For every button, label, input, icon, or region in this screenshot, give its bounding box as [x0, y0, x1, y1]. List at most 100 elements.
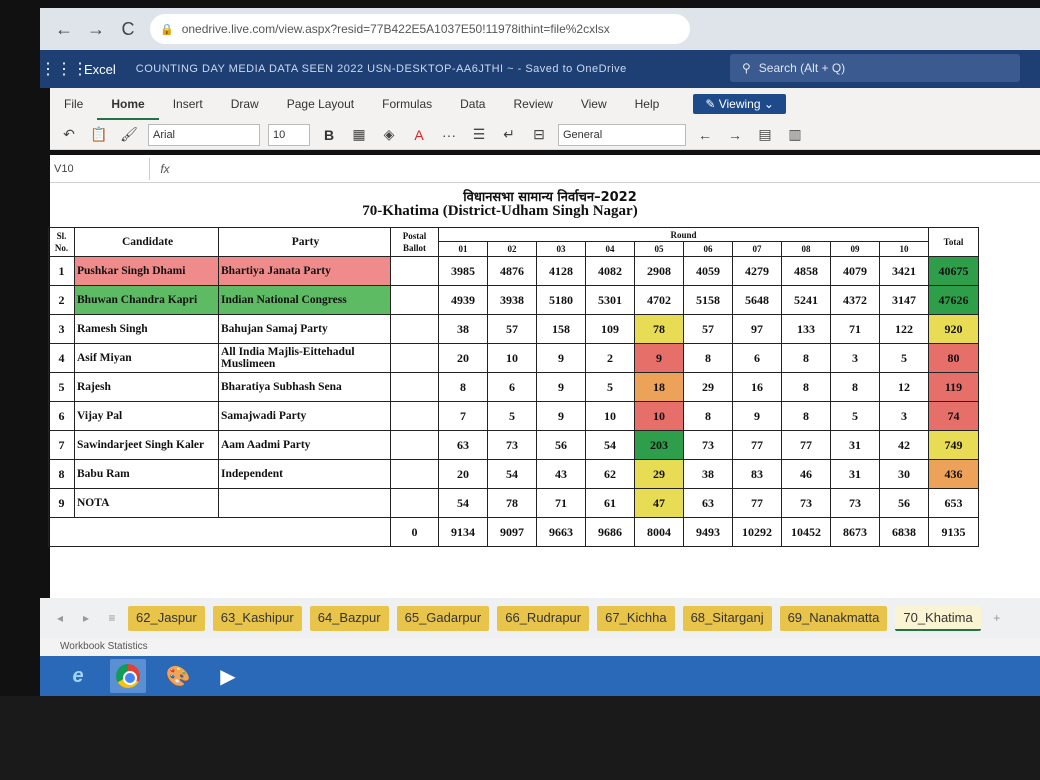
sheet-tab[interactable]: 66_Rudrapur — [497, 605, 590, 631]
sheet-tab[interactable]: 65_Gadarpur — [396, 605, 490, 631]
number-format-select[interactable]: General — [558, 123, 686, 146]
cell-round[interactable]: 4059 — [683, 256, 733, 286]
header-round[interactable]: Round — [438, 227, 929, 242]
tab-formulas[interactable]: Formulas — [368, 88, 446, 120]
format-table-icon[interactable]: ▥ — [784, 126, 806, 143]
total-round[interactable]: 8004 — [634, 517, 684, 547]
tab-page-layout[interactable]: Page Layout — [273, 88, 368, 120]
cell-round[interactable]: 9 — [536, 343, 586, 373]
cell-party[interactable]: Bhartiya Janata Party — [218, 256, 391, 286]
cell-round[interactable]: 30 — [879, 459, 929, 489]
cell-round[interactable]: 4858 — [781, 256, 831, 286]
cell-sl[interactable]: 4 — [48, 343, 75, 373]
header-party[interactable]: Party — [218, 227, 391, 257]
cell-round[interactable]: 54 — [487, 459, 537, 489]
cell-round[interactable]: 54 — [585, 430, 635, 460]
total-round[interactable]: 10452 — [781, 517, 831, 547]
sheet-tab[interactable]: 69_Nanakmatta — [779, 605, 888, 631]
font-size-select[interactable]: 10 — [268, 123, 310, 146]
internet-explorer-icon[interactable]: e — [60, 659, 96, 693]
cell-postal[interactable] — [390, 343, 439, 373]
cell-round[interactable]: 3147 — [879, 285, 929, 315]
cell-candidate[interactable]: Ramesh Singh — [74, 314, 219, 344]
cell-round[interactable]: 73 — [487, 430, 537, 460]
fill-color-icon[interactable]: ◈ — [378, 126, 400, 143]
cell-total[interactable]: 74 — [928, 401, 979, 431]
header-round-5[interactable]: 05 — [634, 241, 684, 257]
cell-round[interactable]: 109 — [585, 314, 635, 344]
cell-total[interactable]: 749 — [928, 430, 979, 460]
header-round-7[interactable]: 07 — [732, 241, 782, 257]
cell-round[interactable]: 78 — [487, 488, 537, 518]
cell-postal[interactable] — [390, 372, 439, 402]
cell-total[interactable]: 653 — [928, 488, 979, 518]
cell-round[interactable]: 71 — [830, 314, 880, 344]
cell-round[interactable]: 12 — [879, 372, 929, 402]
tab-insert[interactable]: Insert — [159, 88, 217, 120]
all-sheets-icon[interactable]: ≡ — [102, 611, 122, 625]
function-icon[interactable]: fx — [150, 162, 180, 176]
font-name-select[interactable]: Arial — [148, 123, 260, 146]
cell-round[interactable]: 20 — [438, 459, 488, 489]
cell-round[interactable]: 4372 — [830, 285, 880, 315]
cell-party[interactable]: Samajwadi Party — [218, 401, 391, 431]
cell-total[interactable]: 436 — [928, 459, 979, 489]
cell-round[interactable]: 2908 — [634, 256, 684, 286]
paint-icon[interactable]: 🎨 — [160, 659, 196, 693]
align-icon[interactable]: ☰ — [468, 126, 490, 143]
clipboard-icon[interactable]: 📋 — [88, 126, 110, 143]
cell-round[interactable]: 9 — [732, 401, 782, 431]
cell-round[interactable]: 5 — [830, 401, 880, 431]
cell-round[interactable]: 6 — [732, 343, 782, 373]
sheet-tab[interactable]: 63_Kashipur — [212, 605, 302, 631]
cell-round[interactable]: 5648 — [732, 285, 782, 315]
cell-party[interactable] — [218, 488, 391, 518]
cell-round[interactable]: 4876 — [487, 256, 537, 286]
cell-round[interactable]: 3 — [879, 401, 929, 431]
search-input[interactable]: ⚲ Search (Alt + Q) — [730, 54, 1020, 82]
cell-postal[interactable] — [390, 459, 439, 489]
total-round[interactable]: 9493 — [683, 517, 733, 547]
cell-round[interactable]: 8 — [683, 401, 733, 431]
cell-postal[interactable] — [390, 488, 439, 518]
header-sl[interactable]: Sl. No. — [48, 227, 75, 257]
arrow-right-icon[interactable]: → — [86, 19, 106, 40]
tab-review[interactable]: Review — [499, 88, 566, 120]
tab-help[interactable]: Help — [621, 88, 674, 120]
cell-round[interactable]: 57 — [487, 314, 537, 344]
cell-round[interactable]: 5158 — [683, 285, 733, 315]
cell-round[interactable]: 54 — [438, 488, 488, 518]
borders-icon[interactable]: ▦ — [348, 126, 370, 143]
cell-round[interactable]: 56 — [879, 488, 929, 518]
total-round[interactable]: 9134 — [438, 517, 488, 547]
cell-round[interactable]: 8 — [781, 401, 831, 431]
cell-round[interactable]: 61 — [585, 488, 635, 518]
cell-round[interactable]: 3421 — [879, 256, 929, 286]
header-round-6[interactable]: 06 — [683, 241, 733, 257]
totals-blank-cell[interactable] — [48, 517, 391, 547]
cell-round[interactable]: 29 — [634, 459, 684, 489]
header-total[interactable]: Total — [928, 227, 979, 257]
header-round-9[interactable]: 09 — [830, 241, 880, 257]
cell-round[interactable]: 5 — [487, 401, 537, 431]
cell-round[interactable]: 9 — [536, 372, 586, 402]
cell-round[interactable]: 77 — [732, 488, 782, 518]
cell-sl[interactable]: 5 — [48, 372, 75, 402]
cell-round[interactable]: 8 — [438, 372, 488, 402]
cell-round[interactable]: 43 — [536, 459, 586, 489]
sheet-tab[interactable]: 70_Khatima — [895, 605, 981, 631]
chrome-icon[interactable] — [110, 659, 146, 693]
total-postal[interactable]: 0 — [390, 517, 439, 547]
cell-round[interactable]: 3985 — [438, 256, 488, 286]
cell-total[interactable]: 40675 — [928, 256, 979, 286]
cell-candidate[interactable]: Babu Ram — [74, 459, 219, 489]
tab-file[interactable]: File — [50, 88, 97, 120]
cell-round[interactable]: 63 — [683, 488, 733, 518]
cell-round[interactable]: 63 — [438, 430, 488, 460]
cell-round[interactable]: 8 — [830, 372, 880, 402]
cell-round[interactable]: 4082 — [585, 256, 635, 286]
font-color-icon[interactable]: A — [408, 127, 430, 143]
cell-round[interactable]: 46 — [781, 459, 831, 489]
cell-sl[interactable]: 8 — [48, 459, 75, 489]
cell-round[interactable]: 4279 — [732, 256, 782, 286]
